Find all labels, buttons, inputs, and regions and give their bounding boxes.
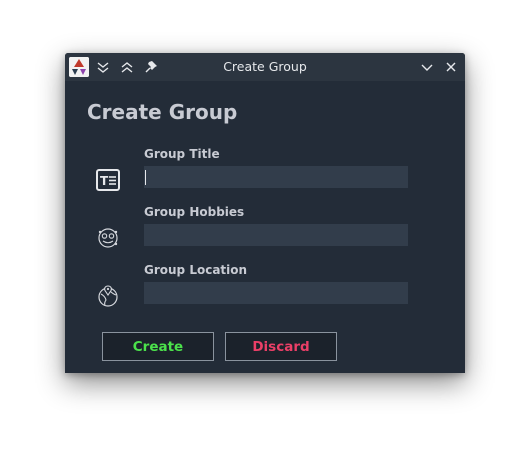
discard-button[interactable]: Discard (225, 332, 337, 361)
svg-text:T: T (100, 174, 109, 188)
group-hobbies-input[interactable] (144, 224, 408, 246)
group-title-input[interactable] (144, 166, 408, 188)
minimize-icon[interactable] (418, 58, 436, 76)
location-icon (96, 284, 120, 308)
group-location-input[interactable] (144, 282, 408, 304)
group-title-label: Group Title (144, 147, 220, 161)
close-icon[interactable] (442, 58, 460, 76)
window-title: Create Group (223, 59, 307, 74)
create-button[interactable]: Create (102, 332, 214, 361)
text-caret (145, 170, 146, 185)
create-group-window: Create Group Create Group Group Title T … (65, 53, 465, 373)
titlebar[interactable]: Create Group (65, 53, 465, 81)
text-field-icon: T (96, 168, 120, 192)
group-hobbies-label: Group Hobbies (144, 205, 245, 219)
hobbies-icon (96, 226, 120, 250)
group-location-label: Group Location (144, 263, 248, 277)
form-heading: Create Group (87, 100, 238, 124)
